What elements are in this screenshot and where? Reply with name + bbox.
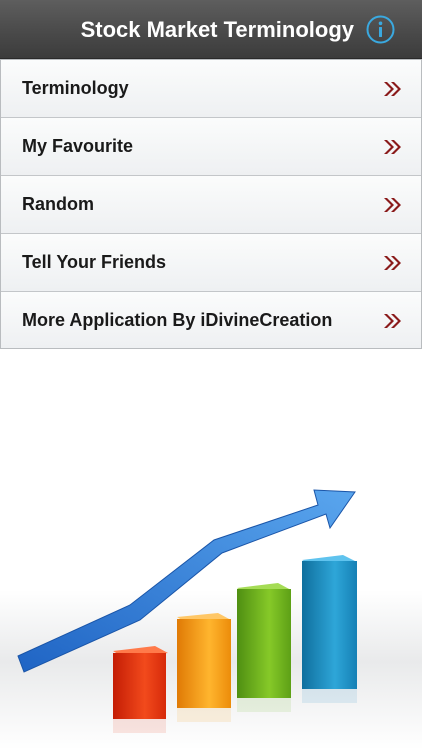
- bar-blue: [302, 555, 357, 703]
- menu-item-label: Terminology: [22, 78, 129, 98]
- double-chevron-right-icon: [384, 314, 401, 328]
- menu-item-tell-your-friends[interactable]: Tell Your Friends: [1, 234, 421, 292]
- double-chevron-right-icon: [384, 82, 401, 96]
- menu-item-label: Random: [22, 194, 94, 214]
- menu-item-my-favourite[interactable]: My Favourite: [1, 118, 421, 176]
- bar-red: [113, 646, 168, 733]
- menu-item-terminology[interactable]: Terminology: [1, 60, 421, 118]
- menu-item-label: More Application By iDivineCreation: [22, 310, 333, 330]
- page-title: Stock Market Terminology: [80, 17, 354, 42]
- bar-orange: [177, 613, 231, 722]
- double-chevron-right-icon: [384, 198, 401, 212]
- menu-item-label: Tell Your Friends: [22, 252, 167, 272]
- navigation-bar: Stock Market Terminology: [0, 0, 422, 59]
- growth-chart-illustration: [0, 489, 422, 750]
- menu-item-more-applications[interactable]: More Application By iDivineCreation: [1, 292, 421, 348]
- info-icon[interactable]: [366, 15, 395, 44]
- main-menu: Terminology My Favourite Random Tell You…: [0, 59, 422, 349]
- menu-item-random[interactable]: Random: [1, 176, 421, 234]
- menu-item-label: My Favourite: [22, 136, 134, 156]
- double-chevron-right-icon: [384, 140, 401, 154]
- double-chevron-right-icon: [384, 256, 401, 270]
- bar-green: [237, 583, 291, 712]
